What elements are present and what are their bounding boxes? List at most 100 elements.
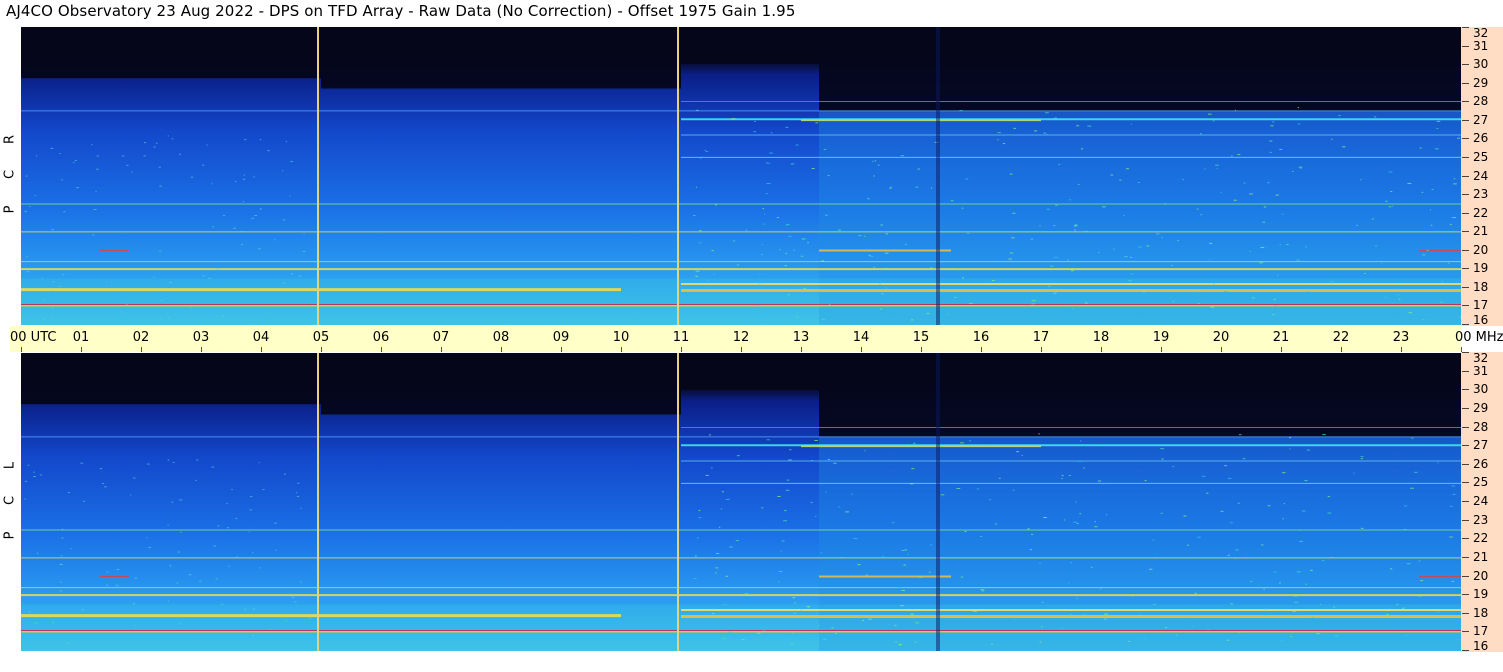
lcp-speckle: [1186, 544, 1189, 546]
frequency-tick-mark: [1462, 268, 1469, 270]
rcp-speckle: [1391, 205, 1394, 207]
frequency-tick-mark: [1462, 64, 1469, 66]
utc-tick-mark: [801, 347, 802, 352]
lcp-speckle: [710, 467, 713, 469]
lcp-speckle: [1074, 501, 1077, 503]
lcp-speckle: [981, 590, 984, 592]
rcp-speckle: [282, 219, 286, 221]
frequency-tick-label: 31: [1473, 363, 1489, 378]
frequency-tick-mark: [1462, 101, 1469, 103]
lcp-speckle: [1238, 434, 1242, 436]
lcp-speckle: [28, 611, 31, 613]
rcp-speckle: [1390, 191, 1393, 193]
rcp-speckle: [167, 317, 170, 319]
rcp-speckle: [241, 230, 244, 232]
utc-tick-label: 11: [672, 330, 690, 345]
lcp-speckle: [915, 622, 920, 624]
rcp-speckle: [244, 139, 247, 141]
lcp-speckle: [780, 550, 782, 552]
lcp-speckle: [1227, 477, 1232, 479]
utc-tick-mark: [81, 347, 82, 352]
rcp-speckle: [1039, 225, 1041, 227]
frequency-tick-label: 20: [1473, 242, 1489, 257]
rcp-speckle: [1208, 259, 1211, 261]
lcp-speckle: [1360, 456, 1364, 458]
lcp-speckle: [285, 620, 288, 622]
lcp-speckle: [274, 522, 277, 524]
lcp-speckle: [1304, 480, 1308, 482]
rcp-speckle: [52, 289, 54, 291]
rcp-speckle: [1130, 123, 1132, 125]
lcp-speckle: [130, 494, 132, 496]
lcp-speckle: [810, 502, 813, 504]
lcp-speckle: [215, 578, 218, 580]
utc-tick-mark: [1341, 347, 1342, 352]
lcp-speckle: [1061, 475, 1064, 477]
utc-tick-label: 23: [1392, 330, 1410, 345]
lcp-speckle: [1207, 629, 1211, 631]
rcp-speckle: [769, 152, 773, 154]
rcp-speckle: [29, 205, 31, 207]
lcp-speckle: [1100, 445, 1102, 447]
rcp-speckle: [695, 109, 699, 111]
rcp-speckle: [1276, 274, 1279, 276]
frequency-tick-mark: [1462, 324, 1469, 325]
rcp-speckle: [1125, 168, 1130, 170]
lcp-speckle: [815, 515, 817, 517]
rcp-speckle: [1381, 262, 1383, 264]
lcp-speckle: [822, 638, 827, 640]
frequency-tick-label: 26: [1473, 456, 1489, 471]
rcp-speckle: [1297, 123, 1301, 125]
rcp-speckle: [222, 215, 226, 217]
frequency-tick-label: 27: [1473, 438, 1489, 453]
lcp-speckle: [1224, 465, 1228, 467]
lcp-speckle: [275, 549, 277, 551]
lcp-speckle: [1063, 519, 1066, 521]
frequency-tick-label: 28: [1473, 419, 1489, 434]
rcp-speckle: [1262, 221, 1266, 223]
lcp-speckle: [987, 444, 990, 446]
rcp-speckle: [1426, 249, 1429, 251]
rcp-speckle: [1441, 281, 1443, 283]
rcp-speckle: [1356, 224, 1358, 226]
utc-tick-mark: [1401, 347, 1402, 352]
rcp-speckle: [216, 268, 220, 270]
rcp-speckle: [1102, 206, 1106, 208]
rcp-low-band: [21, 278, 1461, 325]
utc-tick-label: 00 UTC: [10, 330, 57, 345]
rcp-speckle: [1072, 308, 1075, 310]
rcp-speckle: [1080, 148, 1084, 150]
lcp-speckle: [262, 489, 265, 491]
rcp-speckle: [753, 131, 757, 133]
lcp-speckle: [134, 577, 138, 579]
rcp-speckle: [821, 318, 825, 320]
rcp-speckle: [1275, 194, 1279, 196]
lcp-speckle: [1437, 462, 1439, 464]
utc-tick-label: 12: [732, 330, 750, 345]
rcp-speckle: [1266, 182, 1270, 184]
rcp-speckle: [51, 316, 53, 318]
rcp-speckle: [1087, 125, 1092, 127]
lcp-speckle: [1299, 540, 1303, 542]
rcp-speckle: [1364, 272, 1366, 274]
utc-tick-mark: [141, 347, 142, 352]
lcp-speckle: [911, 468, 915, 470]
lcp-speckle: [146, 537, 148, 539]
lcp-speckle: [1097, 480, 1102, 482]
rcp-speckle: [234, 181, 237, 183]
rcp-speckle: [1422, 254, 1426, 256]
lcp-speckle: [1068, 582, 1070, 584]
lcp-speckle: [940, 494, 945, 496]
lcp-speckle: [67, 492, 70, 494]
lcp-speckle: [1104, 618, 1107, 620]
lcp-speckle: [211, 466, 215, 468]
lcp-speckle: [1390, 568, 1393, 570]
lcp-speckle: [815, 613, 818, 615]
rcp-speckle: [1043, 132, 1047, 134]
lcp-speckle: [1012, 489, 1015, 491]
rcp-speckle: [1419, 147, 1422, 149]
lcp-speckle: [1227, 554, 1230, 556]
lcp-speckle: [786, 479, 790, 481]
lcp-speckle: [995, 523, 998, 525]
rcp-speckle: [1156, 233, 1160, 235]
